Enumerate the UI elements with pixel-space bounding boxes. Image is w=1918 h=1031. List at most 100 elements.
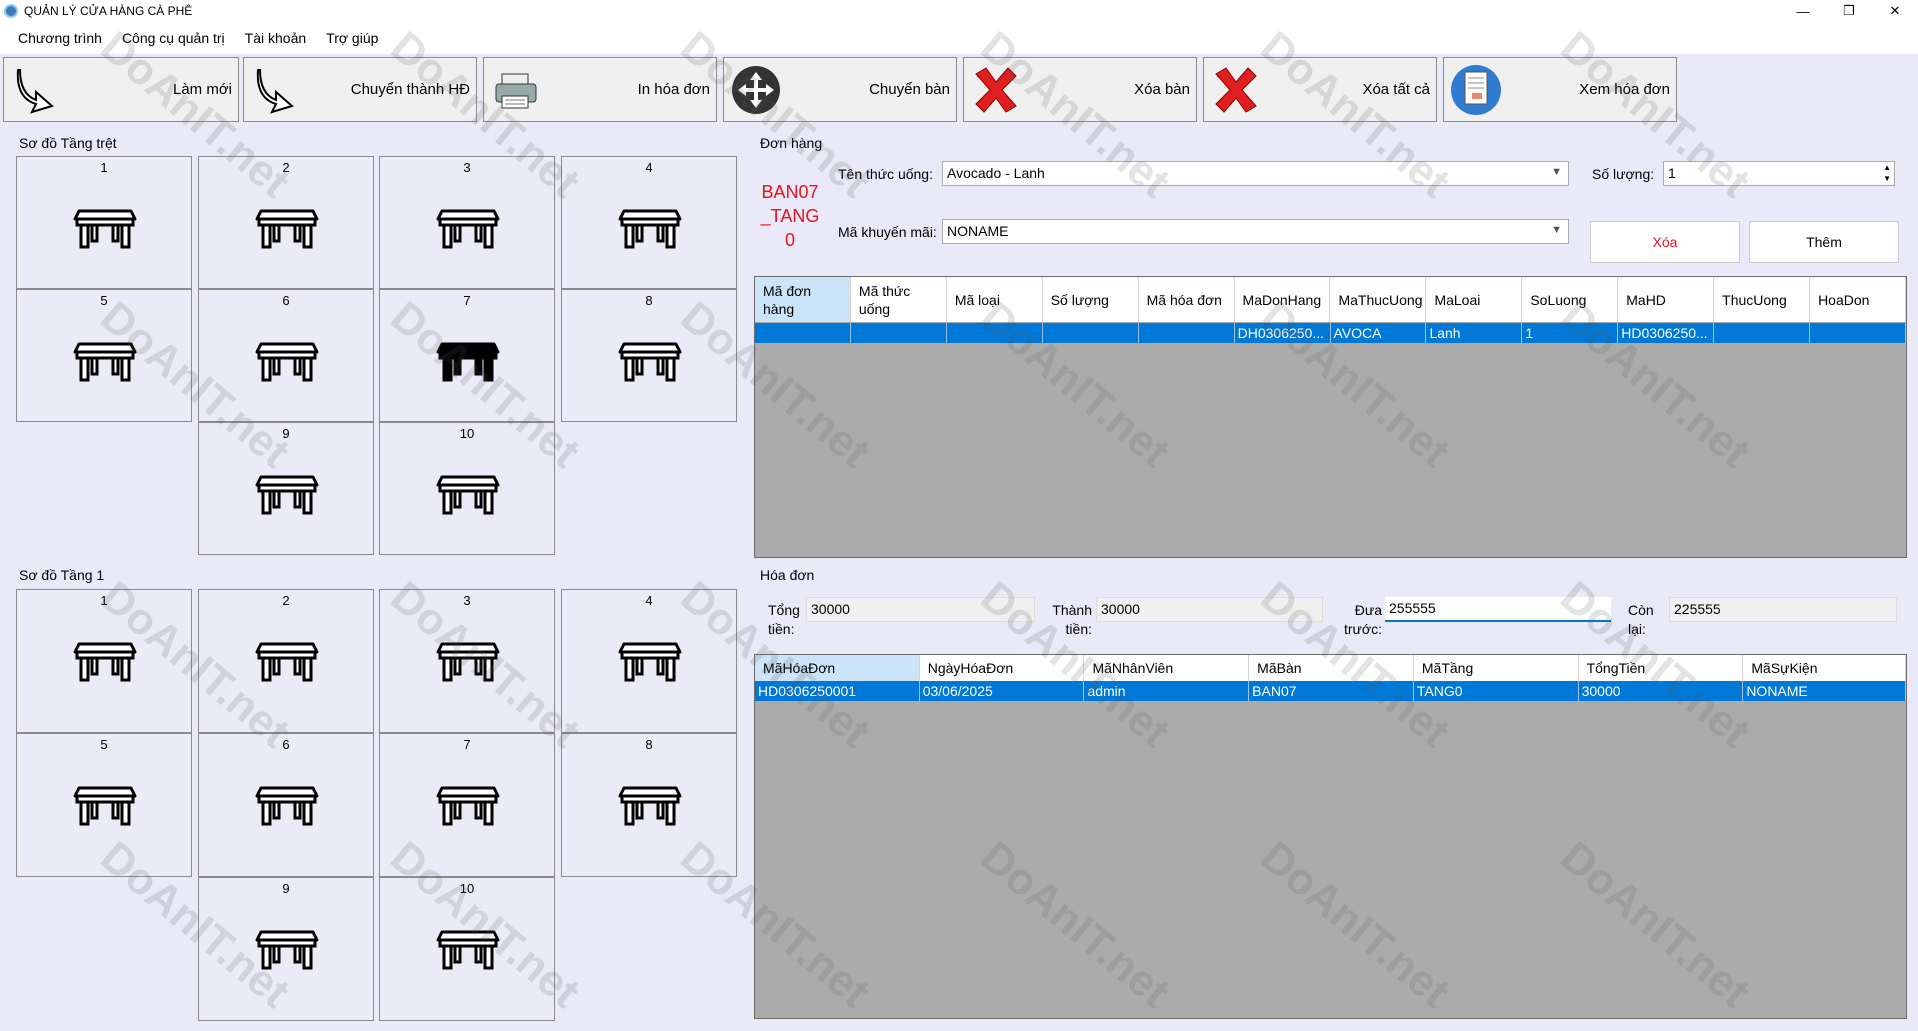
grid-cell[interactable] xyxy=(1043,323,1139,343)
total-field[interactable]: 30000 xyxy=(806,597,1035,622)
print-invoice-button[interactable]: In hóa đơn xyxy=(483,57,717,122)
column-header[interactable]: MãTầng xyxy=(1414,655,1579,681)
menu-admin-tools[interactable]: Công cụ quản trị xyxy=(122,30,225,46)
grid-cell[interactable] xyxy=(1139,323,1235,343)
column-header[interactable]: MãSựKiện xyxy=(1743,655,1907,681)
table-number: 5 xyxy=(100,293,108,308)
grid-cell[interactable]: 30000 xyxy=(1579,681,1744,701)
delete-item-button[interactable]: Xóa xyxy=(1590,221,1740,263)
grid-cell[interactable]: TANG0 xyxy=(1414,681,1579,701)
table-8-button[interactable]: 8 xyxy=(561,733,737,877)
table-7-button[interactable]: 7 xyxy=(379,289,555,422)
column-header[interactable]: HoaDon xyxy=(1810,277,1906,322)
column-header[interactable]: NgàyHóaĐơn xyxy=(920,655,1085,681)
grid-cell[interactable]: BAN07 xyxy=(1249,681,1414,701)
table-number: 8 xyxy=(645,293,653,308)
table-1-button[interactable]: 1 xyxy=(16,156,192,289)
invoice-icon xyxy=(1451,65,1501,115)
grid-cell[interactable]: 1 xyxy=(1522,323,1619,343)
table-4-button[interactable]: 4 xyxy=(561,589,737,733)
grid-cell[interactable]: HD0306250... xyxy=(1618,323,1715,343)
maximize-icon[interactable]: ❐ xyxy=(1826,0,1872,22)
table-4-button[interactable]: 4 xyxy=(561,156,737,289)
grid-cell[interactable]: admin xyxy=(1084,681,1250,701)
table-6-button[interactable]: 6 xyxy=(198,289,374,422)
chevron-down-icon[interactable]: ▼ xyxy=(1551,166,1562,178)
table-9-button[interactable]: 9 xyxy=(198,422,374,555)
given-field[interactable]: 255555 xyxy=(1385,597,1611,622)
menu-account[interactable]: Tài khoản xyxy=(245,30,306,46)
column-header[interactable]: MãNhânViên xyxy=(1084,655,1250,681)
delete-all-button[interactable]: Xóa tất cả xyxy=(1203,57,1437,122)
grid-cell[interactable]: HD0306250001 xyxy=(755,681,920,701)
column-header[interactable]: MaHD xyxy=(1618,277,1715,322)
refresh-button[interactable]: Làm mới xyxy=(3,57,239,122)
grid-cell[interactable] xyxy=(947,323,1043,343)
table-2-button[interactable]: 2 xyxy=(198,589,374,733)
grid-cell[interactable] xyxy=(1810,323,1907,343)
delete-all-label: Xóa tất cả xyxy=(1362,81,1430,98)
grid-cell[interactable]: 03/06/2025 xyxy=(920,681,1085,701)
grid-cell[interactable] xyxy=(851,323,947,343)
table-number: 1 xyxy=(100,593,108,608)
view-invoice-button[interactable]: Xem hóa đơn xyxy=(1443,57,1677,122)
table-icon xyxy=(618,342,682,382)
column-header[interactable]: Số lượng xyxy=(1043,277,1139,322)
column-header[interactable]: Mã hóa đơn xyxy=(1139,277,1235,322)
grid-header: MãHóaĐơn NgàyHóaĐơn MãNhânViên MãBàn MãTầng T… xyxy=(755,655,1907,681)
grid-cell[interactable]: DH0306250... xyxy=(1235,323,1331,343)
table-number: 2 xyxy=(282,160,290,175)
table-1-button[interactable]: 1 xyxy=(16,589,192,733)
move-table-button[interactable]: Chuyển bàn xyxy=(723,57,957,122)
table-7-button[interactable]: 7 xyxy=(379,733,555,877)
grid-cell[interactable]: Lanh xyxy=(1426,323,1523,343)
menu-help[interactable]: Trợ giúp xyxy=(326,30,378,46)
column-header[interactable]: MãHóaĐơn xyxy=(755,655,920,681)
qty-stepper[interactable]: 1 ▲ ▼ xyxy=(1663,161,1895,186)
table-10-button[interactable]: 10 xyxy=(379,877,555,1021)
add-item-button[interactable]: Thêm xyxy=(1749,221,1899,263)
table-icon xyxy=(436,930,500,970)
table-9-button[interactable]: 9 xyxy=(198,877,374,1021)
red-x-icon xyxy=(975,67,1017,113)
table-5-button[interactable]: 5 xyxy=(16,289,192,422)
remain-field[interactable]: 225555 xyxy=(1669,597,1897,622)
convert-to-invoice-button[interactable]: Chuyển thành HĐ xyxy=(243,57,477,122)
column-header[interactable]: SoLuong xyxy=(1522,277,1619,322)
invoice-grid[interactable]: MãHóaĐơn NgàyHóaĐơn MãNhânViên MãBàn MãTầng T… xyxy=(754,654,1907,1019)
close-icon[interactable]: ✕ xyxy=(1872,0,1918,22)
table-6-button[interactable]: 6 xyxy=(198,733,374,877)
column-header[interactable]: TổngTiền xyxy=(1579,655,1744,681)
column-header[interactable]: MaLoai xyxy=(1426,277,1523,322)
promo-combo[interactable]: NONAME ▼ xyxy=(942,219,1569,244)
delete-table-button[interactable]: Xóa bàn xyxy=(963,57,1197,122)
grid-header: Mã đơn hàng Mã thức uống Mã loại Số lượng Mã… xyxy=(755,277,1906,322)
pay-field[interactable]: 30000 xyxy=(1096,597,1323,622)
grid-cell[interactable] xyxy=(755,323,851,343)
table-5-button[interactable]: 5 xyxy=(16,733,192,877)
stepper-arrows-icon[interactable]: ▲ ▼ xyxy=(1883,162,1891,184)
grid-cell[interactable] xyxy=(1714,323,1811,343)
column-header[interactable]: MaDonHang xyxy=(1235,277,1331,322)
table-row[interactable]: DH0306250... AVOCA Lanh 1 HD0306250... xyxy=(755,323,1907,343)
table-3-button[interactable]: 3 xyxy=(379,589,555,733)
column-header[interactable]: Mã thức uống xyxy=(851,277,947,322)
menu-program[interactable]: Chương trình xyxy=(18,30,102,46)
column-header[interactable]: Mã đơn hàng xyxy=(755,277,851,322)
minimize-icon[interactable]: — xyxy=(1780,0,1826,22)
grid-cell[interactable]: AVOCA xyxy=(1331,323,1427,343)
grid-cell[interactable]: NONAME xyxy=(1743,681,1907,701)
order-grid[interactable]: Mã đơn hàng Mã thức uống Mã loại Số lượng Mã… xyxy=(754,276,1907,558)
column-header[interactable]: Mã loại xyxy=(947,277,1043,322)
table-2-button[interactable]: 2 xyxy=(198,156,374,289)
table-3-button[interactable]: 3 xyxy=(379,156,555,289)
drink-combo[interactable]: Avocado - Lanh ▼ xyxy=(942,161,1569,186)
chevron-down-icon[interactable]: ▼ xyxy=(1551,224,1562,236)
table-8-button[interactable]: 8 xyxy=(561,289,737,422)
column-header[interactable]: ThucUong xyxy=(1714,277,1811,322)
table-10-button[interactable]: 10 xyxy=(379,422,555,555)
table-icon xyxy=(618,209,682,249)
column-header[interactable]: MãBàn xyxy=(1249,655,1414,681)
table-row[interactable]: HD0306250001 03/06/2025 admin BAN07 TANG0 300… xyxy=(755,681,1907,701)
column-header[interactable]: MaThucUong xyxy=(1330,277,1427,322)
